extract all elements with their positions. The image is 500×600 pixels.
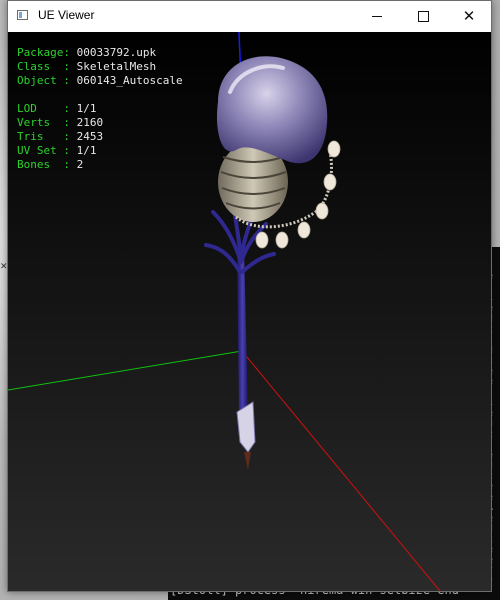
verts-value: 2160 [76, 116, 104, 129]
tris-value: 2453 [76, 130, 104, 143]
axis-y-line [8, 350, 243, 391]
package-row: Package: 00033792.upk [17, 46, 156, 60]
tris-label: Tris : [17, 130, 70, 143]
maximize-button[interactable] [400, 1, 446, 32]
maximize-icon [417, 11, 429, 22]
class-value: SkeletalMesh [76, 60, 157, 73]
purple-shell-cap [216, 56, 328, 164]
3d-viewport[interactable]: Package: 00033792.upk Class : SkeletalMe… [8, 32, 491, 591]
verts-label: Verts : [17, 116, 70, 129]
axis-x-line [241, 350, 441, 591]
lod-row: LOD : 1/1 [17, 102, 96, 116]
ue-viewer-window[interactable]: UE Viewer ✕ Package: 00033792.upk Class … [7, 0, 492, 592]
package-label: Package: [17, 46, 70, 59]
bones-value: 2 [76, 158, 84, 171]
tip-point [244, 452, 251, 470]
close-icon: ✕ [462, 7, 476, 25]
lod-label: LOD : [17, 102, 70, 115]
app-icon [17, 10, 28, 20]
uvset-label: UV Set : [17, 144, 70, 157]
package-value: 00033792.upk [76, 46, 157, 59]
class-label: Class : [17, 60, 70, 73]
tris-row: Tris : 2453 [17, 130, 103, 144]
uvset-value: 1/1 [76, 144, 97, 157]
object-row: Object : 060143_Autoscale [17, 74, 183, 88]
object-label: Object : [17, 74, 70, 87]
bones-label: Bones : [17, 158, 70, 171]
close-button[interactable]: ✕ [446, 1, 492, 32]
bones-row: Bones : 2 [17, 158, 83, 172]
title-bar[interactable]: UE Viewer ✕ [8, 1, 491, 32]
minimize-icon [372, 16, 382, 17]
window-title: UE Viewer [38, 8, 95, 22]
uvset-row: UV Set : 1/1 [17, 144, 96, 158]
minimize-button[interactable] [354, 1, 400, 32]
verts-row: Verts : 2160 [17, 116, 103, 130]
object-value: 060143_Autoscale [76, 74, 183, 87]
lod-value: 1/1 [76, 102, 97, 115]
class-row: Class : SkeletalMesh [17, 60, 156, 74]
